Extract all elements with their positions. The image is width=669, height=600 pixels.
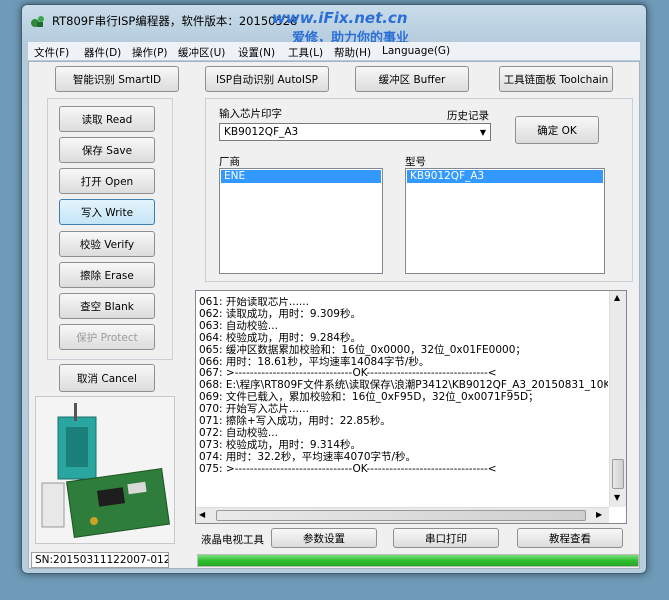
log-horizontal-scrollbar[interactable]: ◀ ▶ xyxy=(196,507,609,523)
scroll-right-icon[interactable]: ▶ xyxy=(596,510,602,519)
log-line: 065: 缓冲区数据累加校验和：16位_0x0000，32位_0x01FE000… xyxy=(199,343,526,356)
erase-button[interactable]: 擦除 Erase xyxy=(59,262,155,288)
menu-language[interactable]: Language(G) xyxy=(382,45,450,57)
scroll-down-icon[interactable]: ▼ xyxy=(614,493,620,502)
params-button[interactable]: 参数设置 xyxy=(271,528,377,548)
open-button[interactable]: 打开 Open xyxy=(59,168,155,194)
lcd-tool-label: 液晶电视工具 xyxy=(201,534,264,546)
programmer-image xyxy=(35,396,175,544)
menu-settings[interactable]: 设置(N) xyxy=(238,45,275,60)
autoisp-button[interactable]: ISP自动识别 AutoISP xyxy=(205,66,329,92)
menu-bar: 文件(F) 器件(D) 操作(P) 缓冲区(U) 设置(N) 工具(L) 帮助(… xyxy=(28,42,640,60)
log-hscroll-thumb[interactable] xyxy=(216,510,586,521)
menu-tools[interactable]: 工具(L) xyxy=(288,45,323,60)
ok-button[interactable]: 确定 OK xyxy=(515,116,599,144)
write-button[interactable]: 写入 Write xyxy=(59,199,155,225)
history-label: 历史记录 xyxy=(447,110,489,122)
vendor-label: 厂商 xyxy=(219,156,240,168)
menu-file[interactable]: 文件(F) xyxy=(34,45,69,60)
vendor-item-ene[interactable]: ENE xyxy=(221,170,381,183)
menu-device[interactable]: 器件(D) xyxy=(84,45,121,60)
buffer-button[interactable]: 缓冲区 Buffer xyxy=(355,66,469,92)
log-panel: 061: 开始读取芯片...... 062: 读取成功，用时：9.309秒。 0… xyxy=(195,290,627,524)
main-window: RT809F串行ISP编程器，软件版本：20150528 www.iFix.ne… xyxy=(21,4,647,574)
vendor-list[interactable]: ENE xyxy=(219,168,383,274)
log-line: 073: 校验成功，用时：9.314秒。 xyxy=(199,438,361,451)
log-line: 064: 校验成功，用时：9.284秒。 xyxy=(199,331,361,344)
log-scroll-thumb[interactable] xyxy=(612,459,624,489)
model-list[interactable]: KB9012QF_A3 xyxy=(405,168,605,274)
serial-number: SN:20150311122007-0126 xyxy=(31,552,169,568)
protect-button[interactable]: 保护 Protect xyxy=(59,324,155,350)
watermark-url: www.iFix.net.cn xyxy=(272,9,408,27)
menu-help[interactable]: 帮助(H) xyxy=(334,45,371,60)
client-area: 智能识别 SmartID ISP自动识别 AutoISP 缓冲区 Buffer … xyxy=(28,61,640,569)
app-icon xyxy=(31,16,44,27)
toolchain-button[interactable]: 工具链面板 Toolchain xyxy=(499,66,613,92)
log-line: 075: >-------------------------------OK-… xyxy=(199,462,497,475)
tutorial-button[interactable]: 教程查看 xyxy=(517,528,623,548)
cancel-button[interactable]: 取消 Cancel xyxy=(59,364,155,392)
menu-buffer[interactable]: 缓冲区(U) xyxy=(178,45,225,60)
dropdown-arrow-icon[interactable]: ▼ xyxy=(480,128,486,137)
progress-bar xyxy=(197,554,639,567)
model-item-selected[interactable]: KB9012QF_A3 xyxy=(407,170,603,183)
chip-combo[interactable]: KB9012QF_A3 ▼ xyxy=(219,123,491,141)
blank-button[interactable]: 查空 Blank xyxy=(59,293,155,319)
window-title: RT809F串行ISP编程器，软件版本：20150528 xyxy=(52,14,298,28)
scroll-up-icon[interactable]: ▲ xyxy=(614,293,620,302)
log-line: 063: 自动校验... xyxy=(199,319,278,332)
smartid-button[interactable]: 智能识别 SmartID xyxy=(55,66,179,92)
log-vertical-scrollbar[interactable]: ▲ ▼ xyxy=(609,291,626,507)
log-lines: 061: 开始读取芯片...... 062: 读取成功，用时：9.309秒。 0… xyxy=(196,297,608,497)
verify-button[interactable]: 校验 Verify xyxy=(59,231,155,257)
chip-input-label: 输入芯片印字 xyxy=(219,108,282,120)
save-button[interactable]: 保存 Save xyxy=(59,137,155,163)
read-button[interactable]: 读取 Read xyxy=(59,106,155,132)
log-line: 074: 用时：32.2秒，平均速率4070字节/秒。 xyxy=(199,450,417,463)
chip-combo-value: KB9012QF_A3 xyxy=(224,126,299,138)
progress-fill xyxy=(198,555,638,566)
model-label: 型号 xyxy=(405,156,426,168)
scroll-left-icon[interactable]: ◀ xyxy=(199,510,205,519)
serial-print-button[interactable]: 串口打印 xyxy=(393,528,499,548)
programmer-illustration xyxy=(41,403,170,538)
menu-operate[interactable]: 操作(P) xyxy=(132,45,168,60)
